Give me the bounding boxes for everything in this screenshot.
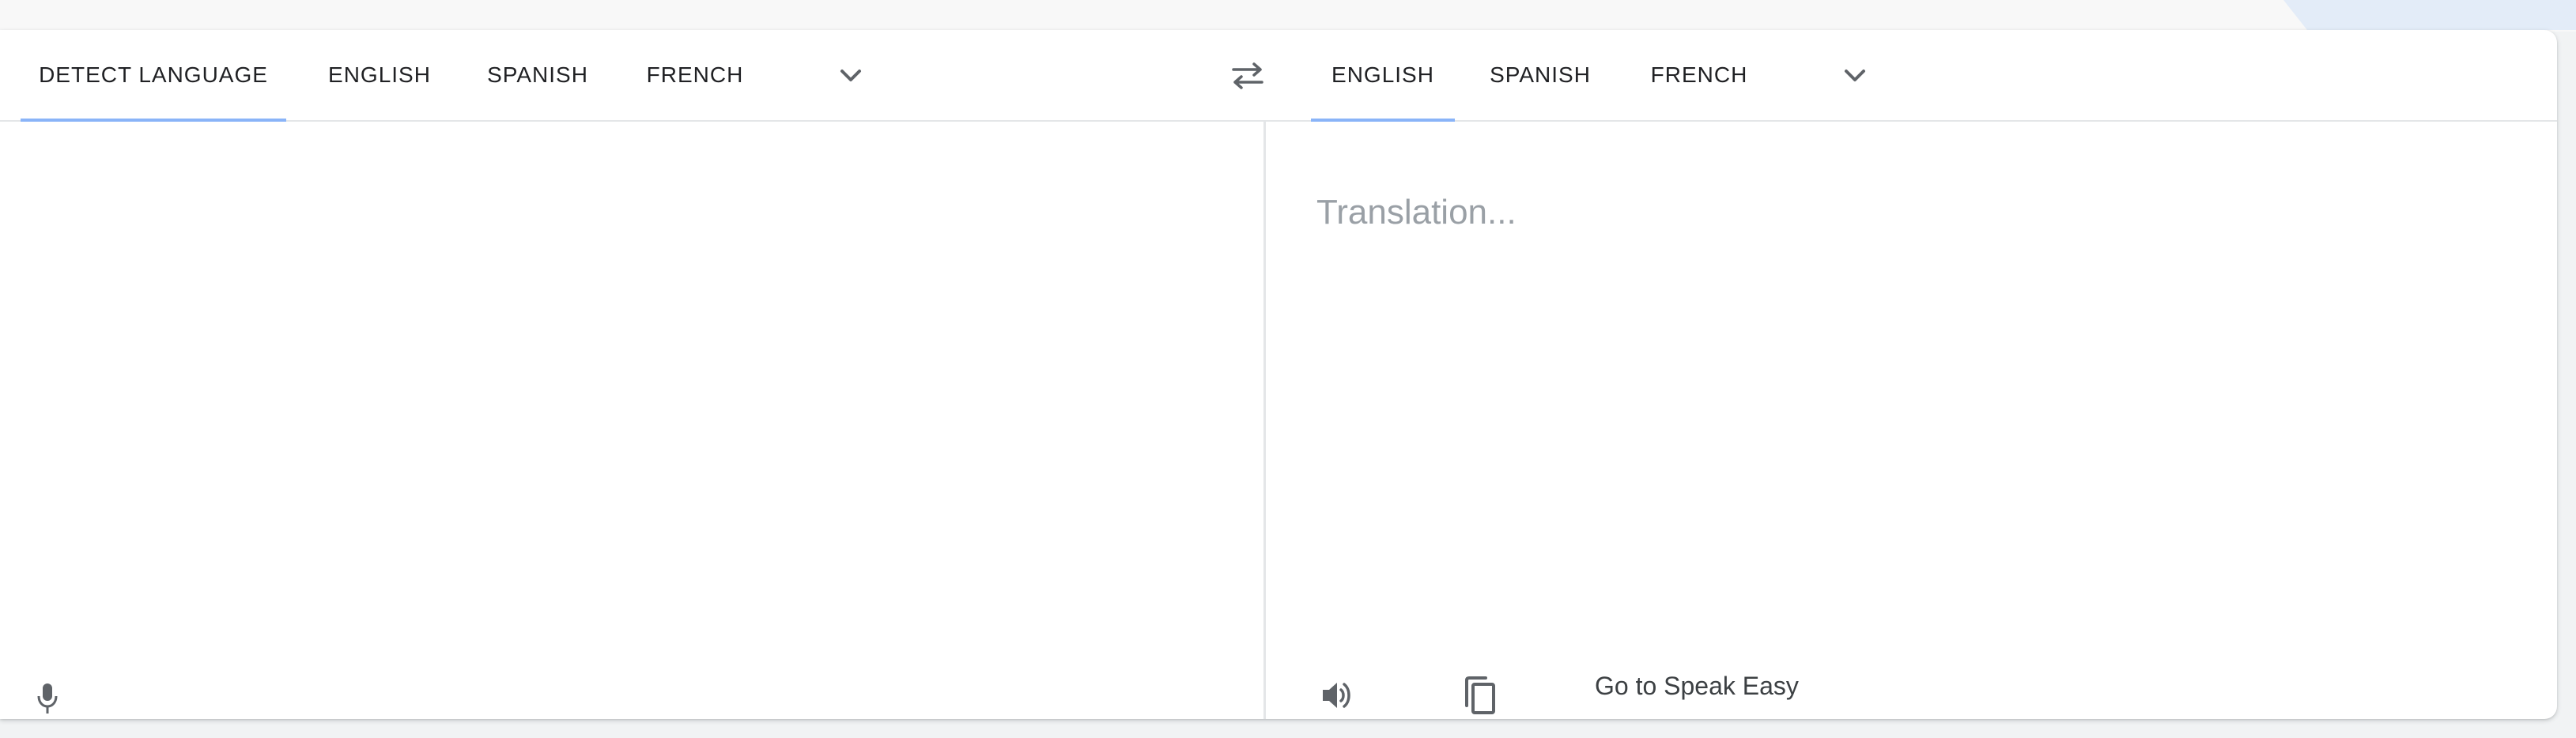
target-more-languages-button[interactable] — [1836, 57, 1874, 95]
tab-label: ENGLISH — [328, 62, 431, 87]
tab-target-spanish[interactable]: SPANISH — [1475, 30, 1605, 120]
tab-label: DETECT LANGUAGE — [39, 62, 268, 87]
translator-card: DETECT LANGUAGE ENGLISH SPANISH FRENCH E… — [0, 30, 2557, 719]
microphone-icon — [37, 683, 58, 714]
tab-label: SPANISH — [1490, 62, 1591, 87]
tab-label: ENGLISH — [1331, 62, 1434, 87]
target-panel: Translation... Go to Speak Easy — [1266, 122, 2557, 719]
speaker-icon — [1323, 683, 1350, 708]
source-text-input[interactable] — [47, 169, 1221, 646]
microphone-button[interactable] — [24, 675, 71, 719]
tab-source-french[interactable]: FRENCH — [629, 30, 761, 120]
tab-target-french[interactable]: FRENCH — [1634, 30, 1765, 120]
page-background — [0, 0, 2576, 32]
chevron-down-icon — [1845, 70, 1865, 81]
translation-placeholder: Translation... — [1316, 193, 1517, 232]
tab-label: SPANISH — [487, 62, 588, 87]
language-tab-bar: DETECT LANGUAGE ENGLISH SPANISH FRENCH E… — [0, 30, 2557, 122]
tab-label: FRENCH — [646, 62, 744, 87]
source-more-languages-button[interactable] — [832, 57, 870, 95]
tab-target-english[interactable]: ENGLISH — [1311, 30, 1455, 122]
tab-source-spanish[interactable]: SPANISH — [473, 30, 602, 120]
speak-easy-link[interactable]: Go to Speak Easy — [1595, 672, 1799, 701]
copy-button[interactable] — [1456, 670, 1503, 719]
tab-detect-language[interactable]: DETECT LANGUAGE — [21, 30, 286, 122]
listen-button[interactable] — [1313, 672, 1361, 719]
tab-source-english[interactable]: ENGLISH — [313, 30, 446, 120]
source-panel — [0, 122, 1263, 719]
tab-label: FRENCH — [1650, 62, 1748, 87]
copy-icon — [1465, 676, 1495, 714]
swap-arrows-icon — [1232, 62, 1263, 89]
swap-languages-button[interactable] — [1227, 55, 1268, 96]
chevron-down-icon — [840, 70, 861, 81]
